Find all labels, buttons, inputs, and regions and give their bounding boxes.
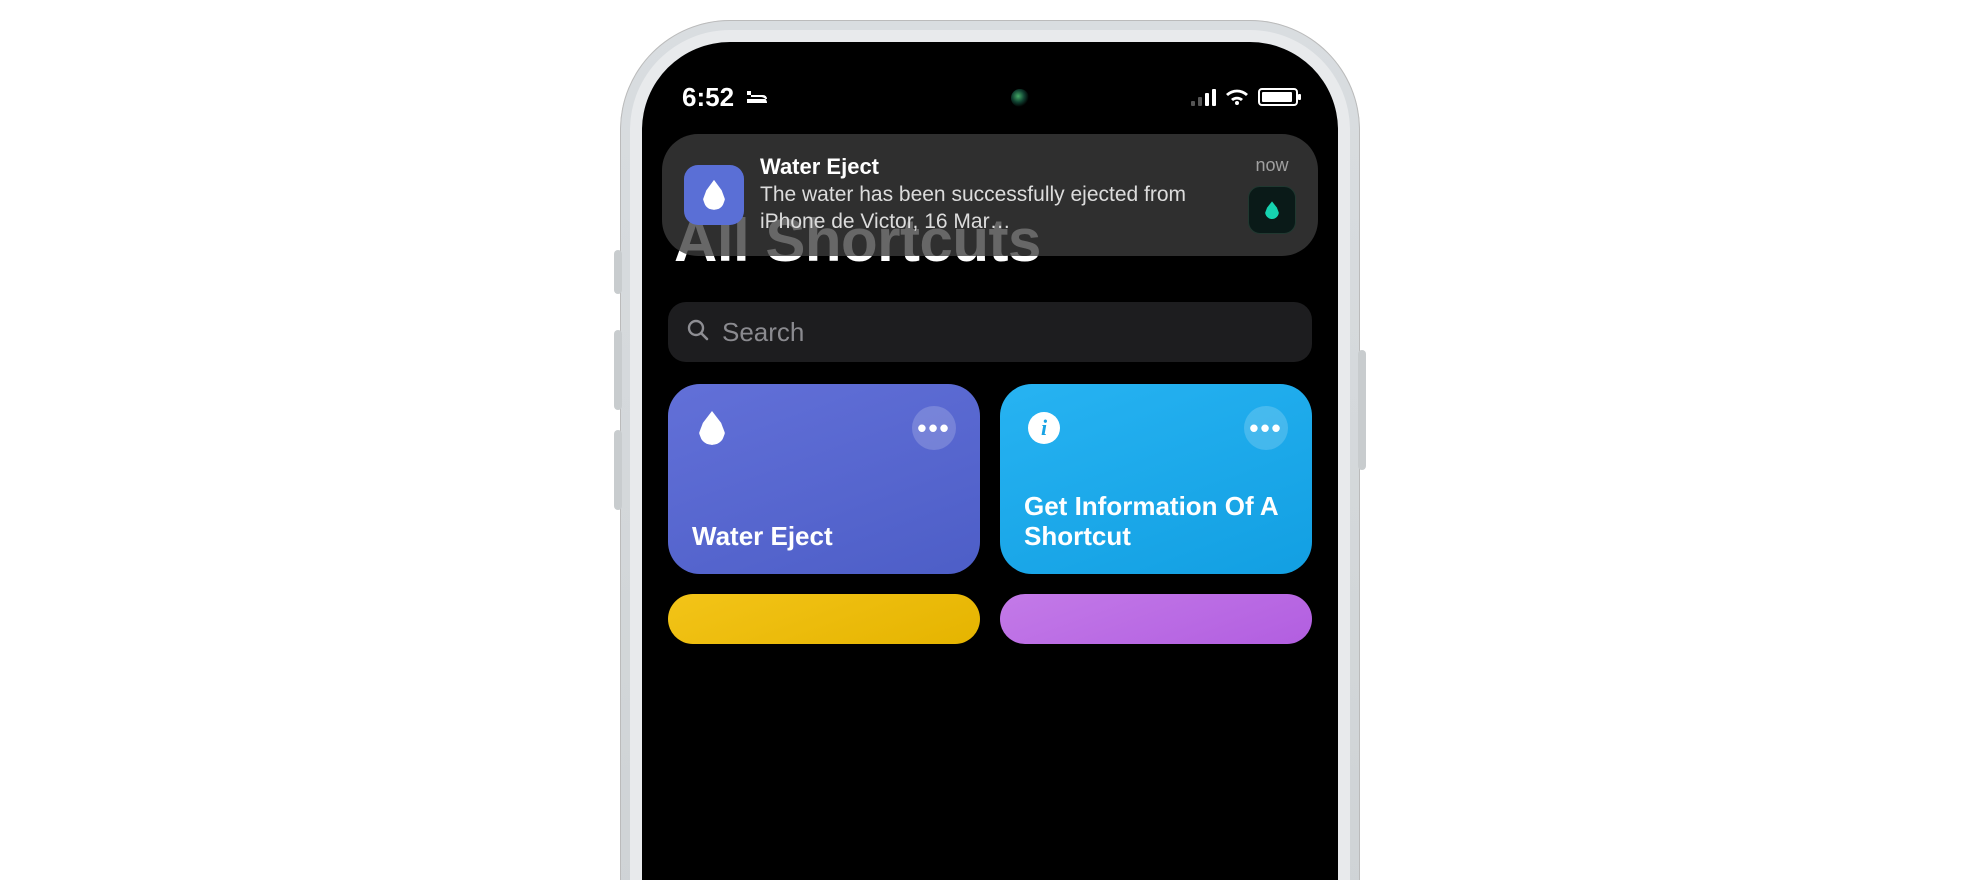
stage: 6:52 bbox=[0, 0, 1980, 880]
drop-icon bbox=[703, 180, 725, 210]
silent-switch[interactable] bbox=[614, 250, 622, 294]
search-bar[interactable] bbox=[668, 302, 1312, 362]
screen: 6:52 bbox=[642, 42, 1338, 880]
clock: 6:52 bbox=[682, 82, 734, 113]
shortcut-label: Get Information Of A Shortcut bbox=[1024, 492, 1288, 552]
search-icon bbox=[686, 318, 710, 347]
volume-up-button[interactable] bbox=[614, 330, 622, 410]
notification-message: The water has been successfully ejected … bbox=[760, 182, 1232, 236]
phone-bezel: 6:52 bbox=[630, 30, 1350, 880]
notification-banner[interactable]: Water Eject The water has been successfu… bbox=[662, 134, 1318, 256]
sleep-focus-icon bbox=[744, 87, 772, 107]
shortcut-icon bbox=[1024, 616, 1064, 656]
search-input[interactable] bbox=[722, 317, 1294, 348]
wifi-icon bbox=[1224, 87, 1250, 107]
drop-icon bbox=[692, 408, 732, 448]
cellular-signal-icon bbox=[1191, 88, 1216, 106]
notification-attachment bbox=[1248, 186, 1296, 234]
shortcuts-grid: ••• Water Eject i ••• Get Information Of… bbox=[668, 384, 1312, 644]
more-button[interactable]: ••• bbox=[912, 406, 956, 450]
volume-down-button[interactable] bbox=[614, 430, 622, 510]
shortcut-tile[interactable] bbox=[1000, 594, 1312, 644]
battery-icon bbox=[1258, 88, 1298, 106]
notification-body: Water Eject The water has been successfu… bbox=[760, 154, 1232, 236]
shortcut-tile[interactable] bbox=[668, 594, 980, 644]
more-button[interactable]: ••• bbox=[1244, 406, 1288, 450]
status-bar: 6:52 bbox=[642, 72, 1338, 122]
shortcut-icon bbox=[692, 616, 732, 656]
notification-app-icon bbox=[684, 165, 744, 225]
power-button[interactable] bbox=[1358, 350, 1366, 470]
info-icon: i bbox=[1024, 408, 1064, 448]
shortcut-tile-water-eject[interactable]: ••• Water Eject bbox=[668, 384, 980, 574]
notification-title: Water Eject bbox=[760, 154, 1232, 180]
shortcut-label: Water Eject bbox=[692, 522, 956, 552]
drop-icon bbox=[1265, 201, 1279, 219]
notification-timestamp: now bbox=[1255, 155, 1288, 176]
shortcut-tile-get-info[interactable]: i ••• Get Information Of A Shortcut bbox=[1000, 384, 1312, 574]
phone-frame: 6:52 bbox=[620, 20, 1360, 880]
